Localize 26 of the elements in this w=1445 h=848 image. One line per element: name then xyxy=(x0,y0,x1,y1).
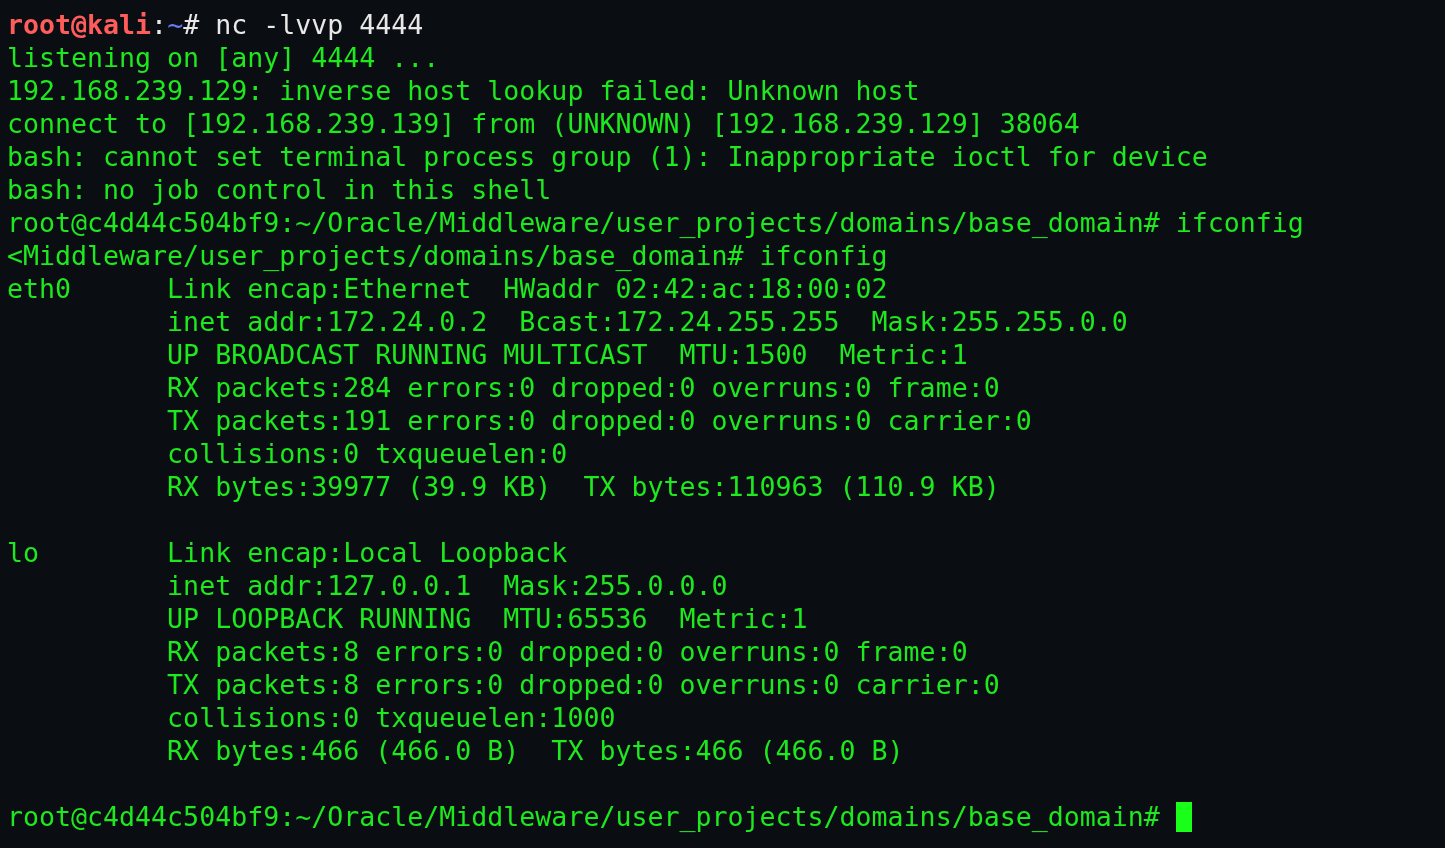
output-line: bash: no job control in this shell xyxy=(7,174,552,205)
output-line: connect to [192.168.239.139] from (UNKNOWN) [192.168.239.129] 38064 xyxy=(7,108,1080,139)
output-line: lo Link encap:Local Loopback xyxy=(7,537,568,568)
prompt-separator: : xyxy=(151,9,168,40)
prompt-path: ~ xyxy=(167,9,184,40)
output-line: RX bytes:39977 (39.9 KB) TX bytes:110963 (110.9 KB) xyxy=(166,471,1000,502)
output-line: inet addr:127.0.0.1 Mask:255.0.0.0 xyxy=(166,570,728,601)
prompt-line: root@c4d44c504bf9:~/Oracle/Middleware/user_projects/domains/base_domain# xyxy=(7,800,1160,833)
output-line: 192.168.239.129: inverse host lookup failed: Unknown host xyxy=(7,75,920,106)
output-line: eth0 Link encap:Ethernet HWaddr 02:42:ac:18:00:02 xyxy=(7,273,888,304)
output-line: root@c4d44c504bf9:~/Oracle/Middleware/user_projects/domains/base_domain# ifconfig xyxy=(7,207,1304,238)
output-line: listening on [any] 4444 ... xyxy=(7,42,440,73)
output-line: RX bytes:466 (466.0 B) TX bytes:466 (466.0 B) xyxy=(166,735,904,766)
output-line: UP LOOPBACK RUNNING MTU:65536 Metric:1 xyxy=(166,603,808,634)
output-line: UP BROADCAST RUNNING MULTICAST MTU:1500 Metric:1 xyxy=(166,339,968,370)
output-line: collisions:0 txqueuelen:1000 xyxy=(166,702,616,733)
command-text: # nc -lvvp 4444 xyxy=(183,9,424,40)
output-line: bash: cannot set terminal process group (1): Inappropriate ioctl for device xyxy=(7,141,1208,172)
output-line: TX packets:191 errors:0 dropped:0 overruns:0 carrier:0 xyxy=(166,405,1032,436)
output-line: TX packets:8 errors:0 dropped:0 overruns:0 carrier:0 xyxy=(166,669,1000,700)
output-line: inet addr:172.24.0.2 Bcast:172.24.255.255 Mask:255.255.0.0 xyxy=(166,306,1128,337)
output-line: RX packets:284 errors:0 dropped:0 overruns:0 frame:0 xyxy=(166,372,1000,403)
prompt-user-host: root@kali xyxy=(7,9,152,40)
output-line: collisions:0 txqueuelen:0 xyxy=(166,438,568,469)
output-line: <Middleware/user_projects/domains/base_domain# ifconfig xyxy=(7,240,888,271)
output-line: RX packets:8 errors:0 dropped:0 overruns:0 frame:0 xyxy=(166,636,968,667)
